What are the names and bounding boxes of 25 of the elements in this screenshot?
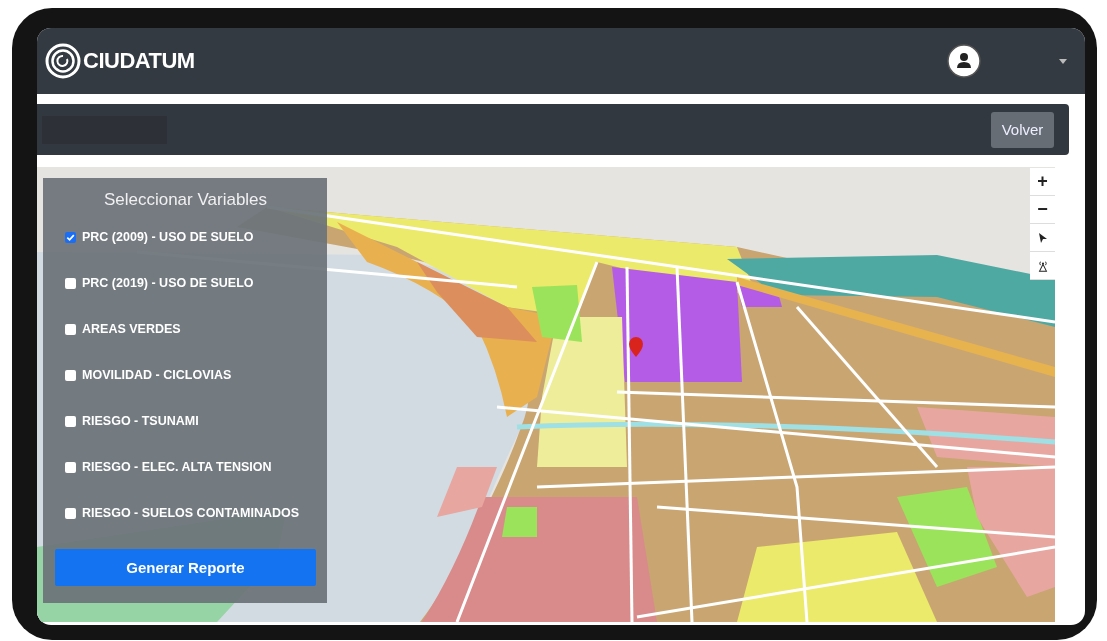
variable-label[interactable]: RIESGO - SUELOS CONTAMINADOS bbox=[82, 506, 300, 520]
variable-label[interactable]: MOVILIDAD - CICLOVIAS bbox=[82, 368, 232, 382]
brand-name: CIUDATUM bbox=[83, 48, 195, 74]
variable-label[interactable]: PRC (2009) - USO DE SUELO bbox=[82, 230, 254, 244]
back-button[interactable]: Volver bbox=[991, 111, 1054, 148]
variable-label[interactable]: AREAS VERDES bbox=[82, 322, 181, 336]
panel-title: Seleccionar Variables bbox=[102, 190, 269, 210]
antenna-icon bbox=[1036, 259, 1049, 272]
checkbox[interactable] bbox=[65, 277, 76, 289]
checkbox[interactable] bbox=[65, 415, 76, 427]
logo-icon bbox=[45, 43, 81, 79]
pointer-icon bbox=[1036, 231, 1049, 244]
variable-label[interactable]: PRC (2019) - USO DE SUELO bbox=[82, 276, 254, 290]
checkbox[interactable] bbox=[65, 231, 76, 243]
checkbox[interactable] bbox=[65, 461, 76, 473]
variable-label[interactable]: RIESGO - ELEC. ALTA TENSION bbox=[82, 460, 272, 474]
variable-label[interactable]: RIESGO - TSUNAMI bbox=[82, 414, 199, 428]
map-pin-icon[interactable] bbox=[629, 337, 643, 357]
checkbox[interactable] bbox=[65, 507, 76, 519]
checkbox[interactable] bbox=[65, 323, 76, 335]
user-avatar-icon[interactable] bbox=[947, 44, 981, 78]
checkbox[interactable] bbox=[65, 369, 76, 381]
generate-report-button[interactable]: Generar Reporte bbox=[55, 549, 316, 586]
zoom-in-button[interactable]: + bbox=[1030, 168, 1055, 196]
caret-icon[interactable] bbox=[1059, 58, 1067, 64]
